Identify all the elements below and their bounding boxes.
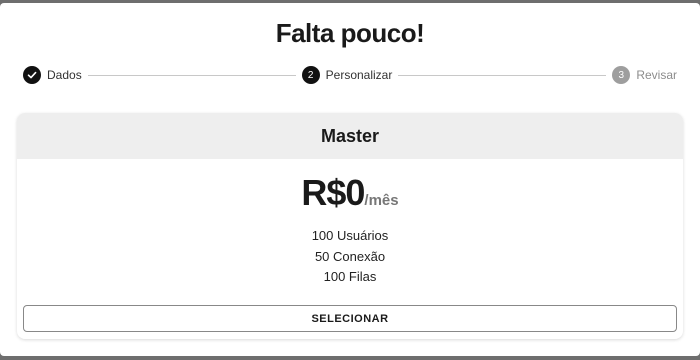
check-icon: [27, 71, 37, 79]
price-amount: R$0: [301, 172, 365, 213]
plan-card: Master R$0/mês 100 Usuários 50 Conexão 1…: [17, 113, 683, 339]
step-done-circle: [23, 66, 41, 84]
step-label-personalizar: Personalizar: [325, 68, 393, 82]
step-label-dados: Dados: [47, 68, 82, 82]
step-personalizar[interactable]: 2 Personalizar: [301, 66, 393, 84]
step-label-revisar: Revisar: [636, 68, 678, 82]
plan-features: 100 Usuários 50 Conexão 100 Filas: [17, 226, 683, 288]
plan-name: Master: [17, 113, 683, 159]
step-dados[interactable]: Dados: [23, 66, 82, 84]
plan-dialog: Falta pouco! Dados 2 Personalizar 3 Revi…: [0, 3, 700, 356]
stepper: Dados 2 Personalizar 3 Revisar: [23, 66, 677, 84]
feature-item: 100 Filas: [323, 269, 377, 284]
feature-item: 50 Conexão: [314, 248, 386, 264]
step-connector: [87, 74, 296, 76]
step-revisar[interactable]: 3 Revisar: [612, 66, 677, 84]
step-connector: [398, 74, 607, 76]
step-number-badge: 3: [612, 66, 631, 84]
feature-item: 100 Usuários: [311, 228, 389, 243]
step-number-badge: 2: [301, 66, 320, 84]
plan-price: R$0/mês: [17, 172, 683, 214]
dialog-title: Falta pouco!: [275, 18, 425, 48]
select-button[interactable]: SELECIONAR: [23, 305, 677, 332]
price-period: /mês: [364, 192, 399, 209]
